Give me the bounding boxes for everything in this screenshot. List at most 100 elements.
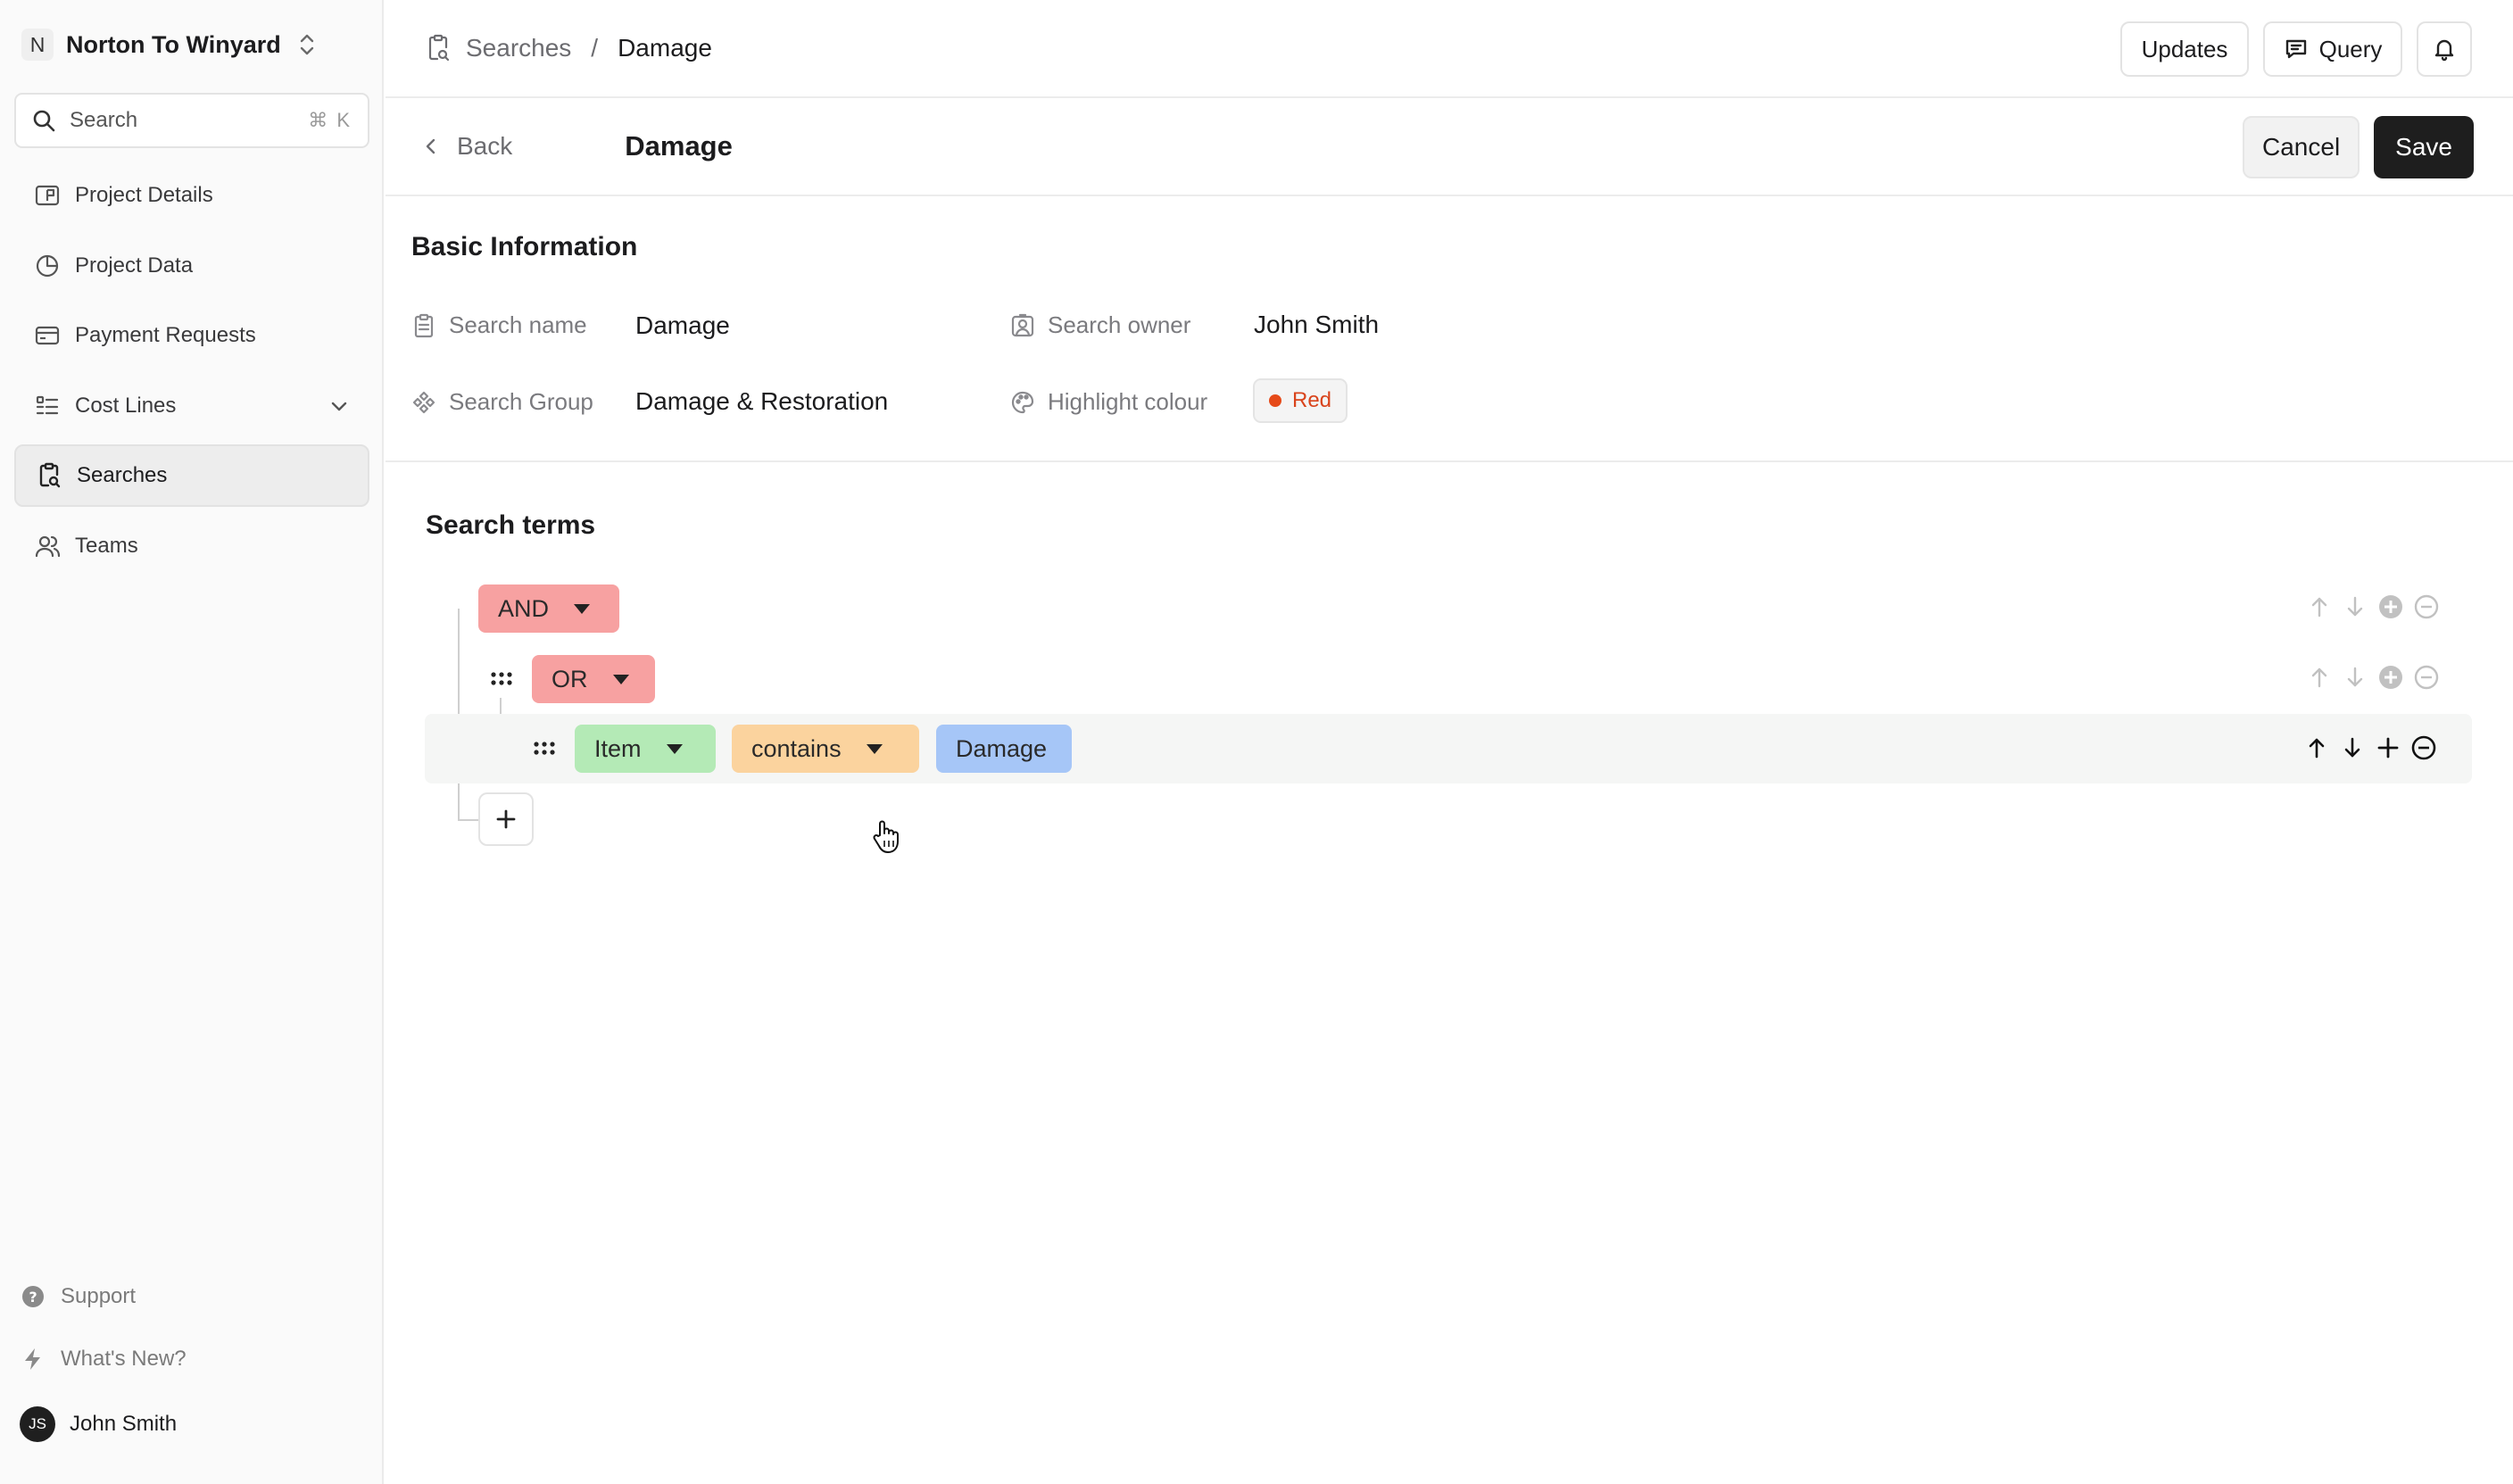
plus-circle-icon[interactable] xyxy=(2377,664,2404,691)
header-actions: Cancel Save xyxy=(2243,116,2474,178)
org-avatar: N xyxy=(21,29,54,61)
highlight-colour-value: Red xyxy=(1292,388,1332,412)
sidebar-item-project-details[interactable]: Project Details xyxy=(14,164,369,227)
search-icon xyxy=(33,110,55,132)
arrow-up-icon[interactable] xyxy=(2306,593,2333,620)
message-square-icon xyxy=(2285,39,2306,59)
query-label: Query xyxy=(2318,35,2383,62)
sidebar-item-label: Cost Lines xyxy=(75,393,177,418)
rule-operator-select[interactable]: contains xyxy=(732,725,919,773)
palette-icon xyxy=(1011,391,1034,413)
breadcrumb-current: Damage xyxy=(618,34,712,62)
caret-down-icon xyxy=(666,743,683,754)
root-group-controls xyxy=(2306,593,2440,620)
sidebar-item-project-data[interactable]: Project Data xyxy=(14,235,369,297)
app-root: N Norton To Winyard Search ⌘ K Project D… xyxy=(0,0,2513,1484)
minus-circle-icon[interactable] xyxy=(2410,734,2437,761)
operator-and-select[interactable]: AND xyxy=(478,584,619,633)
save-button[interactable]: Save xyxy=(2374,116,2474,178)
list-checks-icon xyxy=(36,395,59,414)
breadcrumb-separator: / xyxy=(591,34,599,62)
hand-cursor-icon xyxy=(873,820,899,853)
bell-icon xyxy=(2434,39,2454,62)
sidebar-item-label: Teams xyxy=(75,533,138,558)
flag-board-icon xyxy=(35,185,60,206)
rule-value-input[interactable]: Damage xyxy=(936,725,1072,773)
search-shortcut: ⌘ K xyxy=(308,109,352,131)
add-rule-button[interactable] xyxy=(478,792,534,846)
search-owner-field-label: Search owner xyxy=(1010,311,1190,339)
operator-or-label: OR xyxy=(552,665,588,692)
arrow-down-icon[interactable] xyxy=(2339,734,2366,761)
arrow-down-icon[interactable] xyxy=(2342,593,2368,620)
search-owner-label: Search owner xyxy=(1048,311,1191,338)
arrow-down-icon[interactable] xyxy=(2342,664,2368,691)
sidebar-item-label: Project Details xyxy=(75,183,213,207)
chevron-left-icon xyxy=(426,138,435,154)
tree-connector-add xyxy=(458,819,479,821)
rule-field-select[interactable]: Item xyxy=(575,725,716,773)
back-button[interactable]: Back xyxy=(421,132,512,161)
page-title: Damage xyxy=(625,130,733,162)
chevron-down-icon[interactable] xyxy=(328,395,350,417)
search-group-field-label: Search Group xyxy=(411,388,593,416)
highlight-colour-badge[interactable]: Red xyxy=(1253,378,1348,423)
caret-down-icon xyxy=(574,603,591,614)
user-square-icon xyxy=(1011,313,1034,336)
sidebar-nav: Project Details Project Data Payment Req… xyxy=(14,164,369,584)
cancel-button[interactable]: Cancel xyxy=(2243,116,2360,178)
updates-button[interactable]: Updates xyxy=(2120,21,2249,77)
org-name: Norton To Winyard xyxy=(66,30,281,58)
sidebar-item-label: Payment Requests xyxy=(75,323,256,347)
sidebar-item-label: Project Data xyxy=(75,253,194,278)
search-name-value[interactable]: Damage xyxy=(635,311,730,340)
plus-icon xyxy=(496,809,516,829)
sidebar-item-payment-requests[interactable]: Payment Requests xyxy=(14,304,369,367)
sidebar-item-cost-lines[interactable]: Cost Lines xyxy=(14,375,369,437)
search-label: Search xyxy=(70,108,138,132)
back-label: Back xyxy=(457,132,513,160)
components-icon xyxy=(412,391,435,413)
query-button[interactable]: Query xyxy=(2263,21,2402,77)
org-switcher[interactable]: N Norton To Winyard xyxy=(21,27,317,62)
user-menu[interactable]: JS John Smith xyxy=(20,1406,368,1442)
top-actions: Updates Query xyxy=(2120,21,2472,77)
page-header: Back Damage Cancel Save xyxy=(386,98,2513,196)
topbar: Searches / Damage Updates Query xyxy=(386,0,2513,98)
arrow-up-icon[interactable] xyxy=(2306,664,2333,691)
avatar: JS xyxy=(20,1406,55,1442)
support-link[interactable]: ? Support xyxy=(20,1283,368,1310)
caret-down-icon xyxy=(612,674,629,684)
search-group-value[interactable]: Damage & Restoration xyxy=(635,387,888,416)
plus-icon[interactable] xyxy=(2375,734,2401,761)
notifications-button[interactable] xyxy=(2417,21,2472,77)
operator-and-label: AND xyxy=(498,594,550,622)
minus-circle-icon[interactable] xyxy=(2413,664,2440,691)
section-title-basic: Basic Information xyxy=(411,232,638,261)
search-group-label: Search Group xyxy=(449,388,593,415)
help-circle-icon: ? xyxy=(22,1286,44,1307)
operator-or-select[interactable]: OR xyxy=(532,655,655,703)
search-name-field-label: Search name xyxy=(411,311,587,339)
minus-circle-icon[interactable] xyxy=(2413,593,2440,620)
sidebar-item-teams[interactable]: Teams xyxy=(14,515,369,577)
search-owner-value[interactable]: John Smith xyxy=(1254,311,1379,339)
search-name-label: Search name xyxy=(449,311,587,338)
sidebar-search[interactable]: Search ⌘ K xyxy=(14,93,369,148)
colour-dot xyxy=(1269,394,1281,407)
sidebar-item-label: Searches xyxy=(77,463,168,487)
arrow-up-icon[interactable] xyxy=(2303,734,2330,761)
whats-new-link[interactable]: What's New? xyxy=(20,1346,368,1372)
clipboard-icon xyxy=(414,313,434,337)
sidebar-item-searches[interactable]: Searches xyxy=(14,444,369,507)
breadcrumb-searches[interactable]: Searches xyxy=(466,34,571,62)
breadcrumb: Searches / Damage xyxy=(425,34,712,62)
lightning-icon xyxy=(25,1348,40,1370)
plus-circle-icon[interactable] xyxy=(2377,593,2404,620)
or-group-controls xyxy=(2306,664,2440,691)
rule-controls xyxy=(2303,734,2437,761)
user-name: John Smith xyxy=(70,1412,178,1436)
drag-handle-icon[interactable] xyxy=(489,670,514,688)
drag-handle-icon[interactable] xyxy=(532,740,557,758)
pie-chart-icon xyxy=(36,254,59,277)
